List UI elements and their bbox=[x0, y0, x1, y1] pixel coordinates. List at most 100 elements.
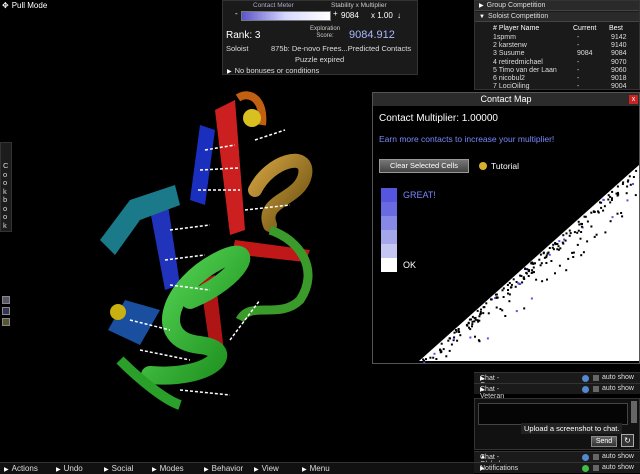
leaderboard-best: 9060 bbox=[611, 66, 627, 74]
contact-cell bbox=[422, 358, 425, 361]
contact-cell bbox=[610, 199, 613, 201]
menu-triangle-icon: ▶ bbox=[302, 467, 307, 473]
contact-cell bbox=[495, 306, 498, 309]
contact-cell bbox=[540, 262, 543, 265]
notification-status-icon bbox=[582, 465, 589, 472]
score-value: 9084.912 bbox=[349, 29, 395, 41]
contact-cell bbox=[583, 215, 586, 218]
notes-icon[interactable] bbox=[2, 318, 10, 326]
leaderboard-name: 2 karstenw bbox=[493, 42, 527, 50]
send-button[interactable]: Send bbox=[591, 436, 617, 447]
notifications-row[interactable]: ▶ Notifications auto show bbox=[474, 462, 640, 473]
contact-cell bbox=[609, 201, 612, 204]
tab-soloist-competition[interactable]: ▼ Soloist Competition bbox=[475, 12, 639, 22]
auto-show-checkbox[interactable] bbox=[593, 386, 599, 392]
contact-cell bbox=[616, 192, 619, 195]
contact-cell bbox=[538, 258, 541, 261]
leaderboard-header: # Player Name Current Best bbox=[485, 25, 635, 34]
puzzle-status: Puzzle expired bbox=[295, 55, 345, 64]
contact-cell bbox=[471, 323, 474, 326]
menu-modes[interactable]: ▶ Modes bbox=[152, 464, 184, 473]
menu-triangle-icon: ▶ bbox=[204, 467, 209, 473]
contact-cell bbox=[486, 337, 489, 340]
contact-cell bbox=[602, 198, 605, 201]
script-icon[interactable] bbox=[2, 307, 10, 315]
contact-cell bbox=[523, 278, 526, 280]
contact-cell bbox=[504, 315, 507, 317]
contact-cell bbox=[561, 241, 564, 244]
chat-scrollbar[interactable] bbox=[631, 401, 637, 423]
pull-mode-icon: ✥ bbox=[2, 1, 9, 10]
menu-social[interactable]: ▶ Social bbox=[104, 464, 133, 473]
contact-cell bbox=[582, 251, 585, 254]
auto-show-label: auto show bbox=[602, 464, 634, 471]
leaderboard-current: - bbox=[577, 34, 580, 41]
contact-cell bbox=[590, 225, 593, 228]
score-panel: Contact Meter - + Stability x Multiplier… bbox=[222, 0, 418, 75]
contact-cell bbox=[593, 211, 596, 213]
contact-cell bbox=[452, 338, 455, 340]
contact-cell bbox=[524, 267, 527, 270]
leaderboard-row[interactable]: 7 LociOiling - 9004 bbox=[485, 83, 635, 92]
contact-cell bbox=[620, 212, 623, 214]
chat-veteran-row[interactable]: ▶ Chat - Veteran auto show bbox=[474, 383, 640, 400]
auto-show-checkbox[interactable] bbox=[593, 465, 599, 471]
tab-group-competition[interactable]: ▶ Group Competition bbox=[475, 1, 639, 11]
scale-cell bbox=[381, 188, 397, 202]
protein-structure[interactable] bbox=[100, 91, 313, 410]
chat-input[interactable] bbox=[478, 403, 628, 425]
scale-cell bbox=[381, 230, 397, 244]
leaderboard-name: 4 retiredmichael bbox=[493, 58, 543, 66]
contact-cell bbox=[565, 269, 568, 272]
info-icon[interactable] bbox=[582, 375, 589, 382]
contact-map-grid[interactable] bbox=[417, 163, 639, 363]
info-icon[interactable] bbox=[582, 454, 589, 461]
info-icon[interactable] bbox=[582, 386, 589, 393]
contact-cell bbox=[626, 199, 629, 202]
recipe-icon[interactable] bbox=[2, 296, 10, 304]
leaderboard-best: 9140 bbox=[611, 42, 627, 50]
stability-label: Stability x Multiplier bbox=[331, 2, 387, 9]
menu-actions[interactable]: ▶ Actions bbox=[4, 464, 38, 473]
contact-cell bbox=[470, 318, 473, 321]
contact-cell bbox=[425, 358, 427, 361]
screenshot-icon[interactable]: ↻ bbox=[621, 434, 634, 447]
group-tab-label: Group Competition bbox=[486, 2, 546, 9]
contact-cell bbox=[552, 243, 555, 246]
contact-cell bbox=[595, 233, 598, 236]
contact-cell bbox=[530, 297, 533, 300]
menu-menu[interactable]: ▶ Menu bbox=[302, 464, 330, 473]
close-icon[interactable]: x bbox=[629, 95, 638, 104]
expand-triangle-icon: ▶ bbox=[479, 3, 484, 9]
menu-undo[interactable]: ▶ Undo bbox=[56, 464, 83, 473]
contact-cell bbox=[517, 282, 520, 285]
contact-cell bbox=[533, 271, 535, 274]
contact-cell bbox=[508, 282, 511, 284]
contact-cell bbox=[539, 253, 542, 256]
chat-group-row[interactable]: ▶Chat - Group auto show bbox=[474, 372, 640, 389]
bonus-row[interactable]: ▶ No bonuses or conditions bbox=[227, 66, 319, 75]
pull-mode-indicator[interactable]: ✥ Pull Mode bbox=[2, 1, 47, 10]
chat-global-row[interactable]: ▲Chat - Global auto show bbox=[474, 451, 640, 468]
contact-cell bbox=[512, 278, 515, 281]
auto-show-checkbox[interactable] bbox=[593, 375, 599, 381]
contact-cell bbox=[556, 243, 559, 245]
meter-minus-icon: - bbox=[235, 9, 238, 18]
menu-label: Actions bbox=[11, 464, 38, 473]
contact-cell bbox=[440, 350, 443, 353]
cookbook-tab[interactable]: Cookbook bbox=[0, 142, 12, 232]
menu-view[interactable]: ▶ View bbox=[254, 464, 279, 473]
contact-cell bbox=[568, 234, 571, 237]
contact-cell bbox=[433, 352, 436, 355]
contact-cell bbox=[523, 307, 526, 310]
contact-cell bbox=[629, 183, 632, 186]
contact-cell bbox=[440, 342, 443, 345]
contact-cell bbox=[590, 211, 593, 214]
leaderboard-current: - bbox=[577, 75, 580, 82]
contact-cell bbox=[474, 335, 476, 338]
contact-cell bbox=[568, 229, 571, 232]
menu-behavior[interactable]: ▶ Behavior bbox=[204, 464, 243, 473]
auto-show-checkbox[interactable] bbox=[593, 454, 599, 460]
contact-cell bbox=[471, 325, 473, 328]
contact-cell bbox=[554, 242, 557, 245]
